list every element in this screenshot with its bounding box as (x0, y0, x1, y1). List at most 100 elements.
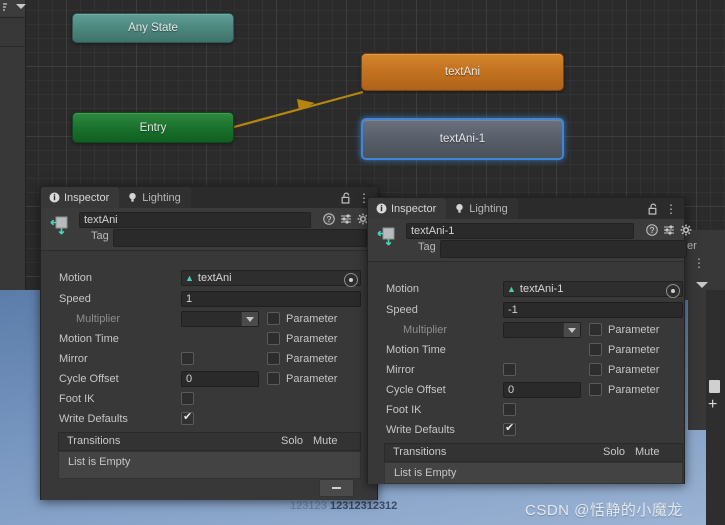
preset-icon[interactable] (663, 224, 675, 236)
tag-field[interactable] (113, 229, 367, 247)
row-multiplier: Multiplier Parameter (368, 321, 684, 341)
desktop-text: 12312312312 (330, 500, 398, 512)
motion-time-parameter-checkbox[interactable] (267, 332, 280, 345)
layers-icon[interactable] (2, 2, 14, 14)
object-name-field[interactable]: textAni-1 (406, 223, 634, 239)
animator-state-icon (49, 214, 73, 238)
plus-icon[interactable]: + (708, 397, 717, 413)
row-foot-ik: Foot IK (368, 401, 684, 421)
info-icon (49, 192, 60, 203)
motion-value: textAni-1 (519, 283, 564, 295)
state-node-label: Entry (139, 121, 167, 134)
transitions-list-body[interactable]: List is Empty (384, 462, 683, 484)
screenshot-root: 123123 12312312312 Any State textAni Ent… (0, 0, 725, 525)
speed-input[interactable]: 1 (181, 291, 361, 307)
row-label: Foot IK (386, 404, 422, 416)
inspector-tabbar: Inspector Lighting ⋮ (41, 187, 377, 208)
row-label: Multiplier (76, 313, 121, 325)
write-defaults-checkbox[interactable] (503, 421, 516, 436)
tab-lighting[interactable]: Lighting (119, 187, 191, 208)
inspector-window-right[interactable]: Inspector Lighting ⋮ textAni-1 ? Tag Mot… (367, 197, 692, 484)
left-panel-strip (0, 0, 26, 290)
animation-clip-icon: ▲ (507, 283, 516, 294)
csdn-watermark: CSDN @恬静的小魔龙 (525, 502, 683, 519)
chevron-down-icon[interactable] (16, 4, 26, 9)
mirror-parameter-checkbox[interactable] (589, 363, 602, 376)
multiplier-dropdown[interactable] (181, 311, 259, 327)
state-node-entry[interactable]: Entry (72, 112, 234, 143)
background-panel-dropdown-icon[interactable] (696, 282, 708, 288)
preset-icon[interactable] (340, 213, 352, 225)
parameter-label: Parameter (608, 344, 660, 356)
foot-ik-checkbox[interactable] (181, 392, 194, 405)
cycle-offset-parameter-checkbox[interactable] (267, 372, 280, 385)
tab-lighting[interactable]: Lighting (446, 198, 518, 219)
info-icon (376, 203, 387, 214)
motion-object-field[interactable]: ▲ textAni (181, 270, 361, 287)
chevron-down-icon[interactable] (241, 312, 258, 326)
strip-toolbar-row[interactable] (0, 0, 26, 18)
solo-column-label: Solo (281, 435, 304, 447)
cycle-offset-value: 0 (186, 373, 193, 385)
help-icon[interactable]: ? (323, 213, 335, 225)
row-cycle-offset: Cycle Offset 0 Parameter (41, 370, 377, 390)
mirror-parameter-checkbox[interactable] (267, 352, 280, 365)
tab-inspector[interactable]: Inspector (368, 198, 447, 219)
help-icon[interactable]: ? (646, 224, 658, 236)
row-label: Multiplier (403, 324, 448, 336)
object-name-value: textAni-1 (411, 225, 455, 237)
transitions-list-body[interactable]: List is Empty (58, 451, 361, 479)
mirror-checkbox[interactable] (503, 363, 516, 376)
inspector-window-left[interactable]: Inspector Lighting ⋮ textAni ? Tag Motio… (40, 186, 378, 500)
header-icon-group: ? (646, 224, 692, 236)
state-node-textani-1-selected[interactable]: textAni-1 (361, 118, 564, 160)
mute-column-label: Mute (313, 435, 338, 447)
transitions-title: Transitions (67, 435, 121, 447)
motion-object-field[interactable]: ▲ textAni-1 (503, 281, 683, 298)
parameter-label: Parameter (608, 364, 660, 376)
speed-value: -1 (508, 304, 518, 316)
row-label: Motion Time (386, 344, 446, 356)
multiplier-parameter-checkbox[interactable] (267, 312, 280, 325)
gear-icon[interactable] (680, 224, 692, 236)
cycle-offset-input[interactable]: 0 (181, 371, 259, 387)
multiplier-dropdown[interactable] (503, 322, 581, 338)
parameter-label: Parameter (608, 324, 660, 336)
state-node-label: Any State (128, 22, 178, 34)
cycle-offset-parameter-checkbox[interactable] (589, 383, 602, 396)
row-speed: Speed -1 (368, 301, 684, 321)
cycle-offset-value: 0 (508, 384, 515, 396)
strip-section-b[interactable] (0, 47, 25, 290)
row-mirror: Mirror Parameter (368, 361, 684, 381)
motion-time-parameter-checkbox[interactable] (589, 343, 602, 356)
lock-open-icon[interactable] (648, 203, 659, 215)
target-select-icon[interactable] (666, 284, 680, 298)
tag-field[interactable] (440, 240, 687, 258)
multiplier-parameter-checkbox[interactable] (589, 323, 602, 336)
kebab-menu-icon[interactable]: ⋮ (665, 203, 677, 215)
animation-clip-icon: ▲ (185, 272, 194, 283)
tag-label: Tag (91, 230, 109, 242)
row-cycle-offset: Cycle Offset 0 Parameter (368, 381, 684, 401)
chevron-down-icon[interactable] (563, 323, 580, 337)
foot-ik-checkbox[interactable] (503, 403, 516, 416)
target-select-icon[interactable] (344, 273, 358, 287)
tab-inspector[interactable]: Inspector (41, 187, 120, 208)
document-icon[interactable] (709, 380, 720, 393)
state-node-textani[interactable]: textAni (361, 53, 564, 91)
state-node-any-state[interactable]: Any State (72, 13, 234, 43)
cycle-offset-input[interactable]: 0 (503, 382, 581, 398)
speed-input[interactable]: -1 (503, 302, 683, 318)
object-name-field[interactable]: textAni (79, 212, 311, 228)
background-panel-menu-icon[interactable]: ⋮ (693, 257, 705, 269)
remove-transition-button[interactable] (319, 479, 354, 497)
strip-section-a[interactable] (0, 18, 25, 47)
parameter-label: Parameter (286, 333, 338, 345)
row-write-defaults: Write Defaults (368, 421, 684, 441)
inspector-body: Motion ▲ textAni Speed 1 Multiplier Para… (41, 251, 377, 500)
lock-open-icon[interactable] (341, 192, 352, 204)
mirror-checkbox[interactable] (181, 352, 194, 365)
write-defaults-checkbox[interactable] (181, 410, 194, 425)
row-label: Speed (59, 293, 91, 305)
svg-text:?: ? (650, 226, 655, 235)
